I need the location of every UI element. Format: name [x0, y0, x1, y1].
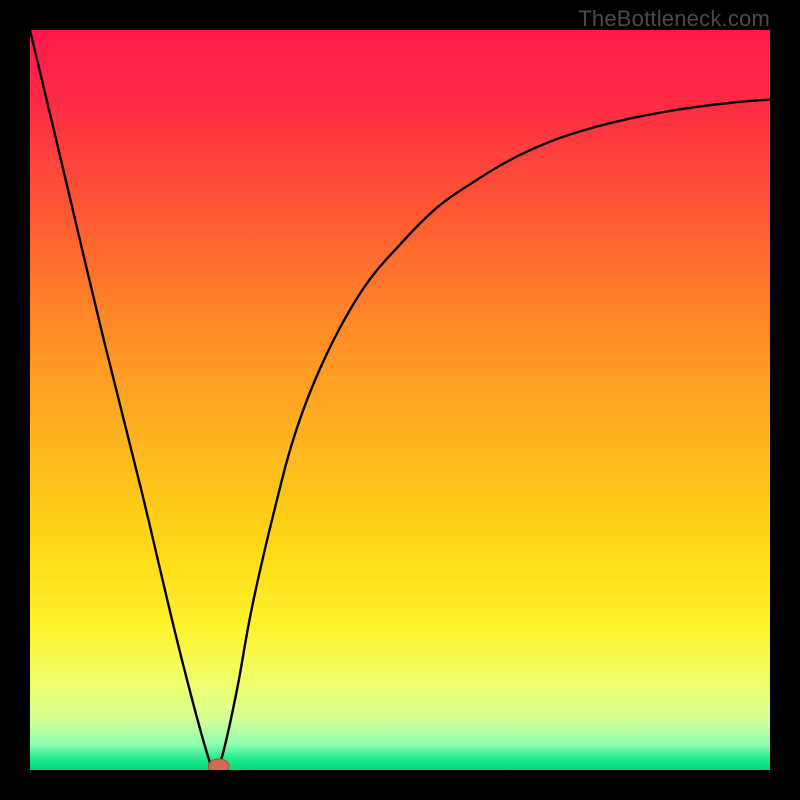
optimum-marker	[208, 759, 229, 770]
watermark-text: TheBottleneck.com	[578, 6, 770, 32]
chart-frame: TheBottleneck.com	[0, 0, 800, 800]
plot-area	[30, 30, 770, 770]
gradient-background	[30, 30, 770, 770]
chart-svg	[30, 30, 770, 770]
